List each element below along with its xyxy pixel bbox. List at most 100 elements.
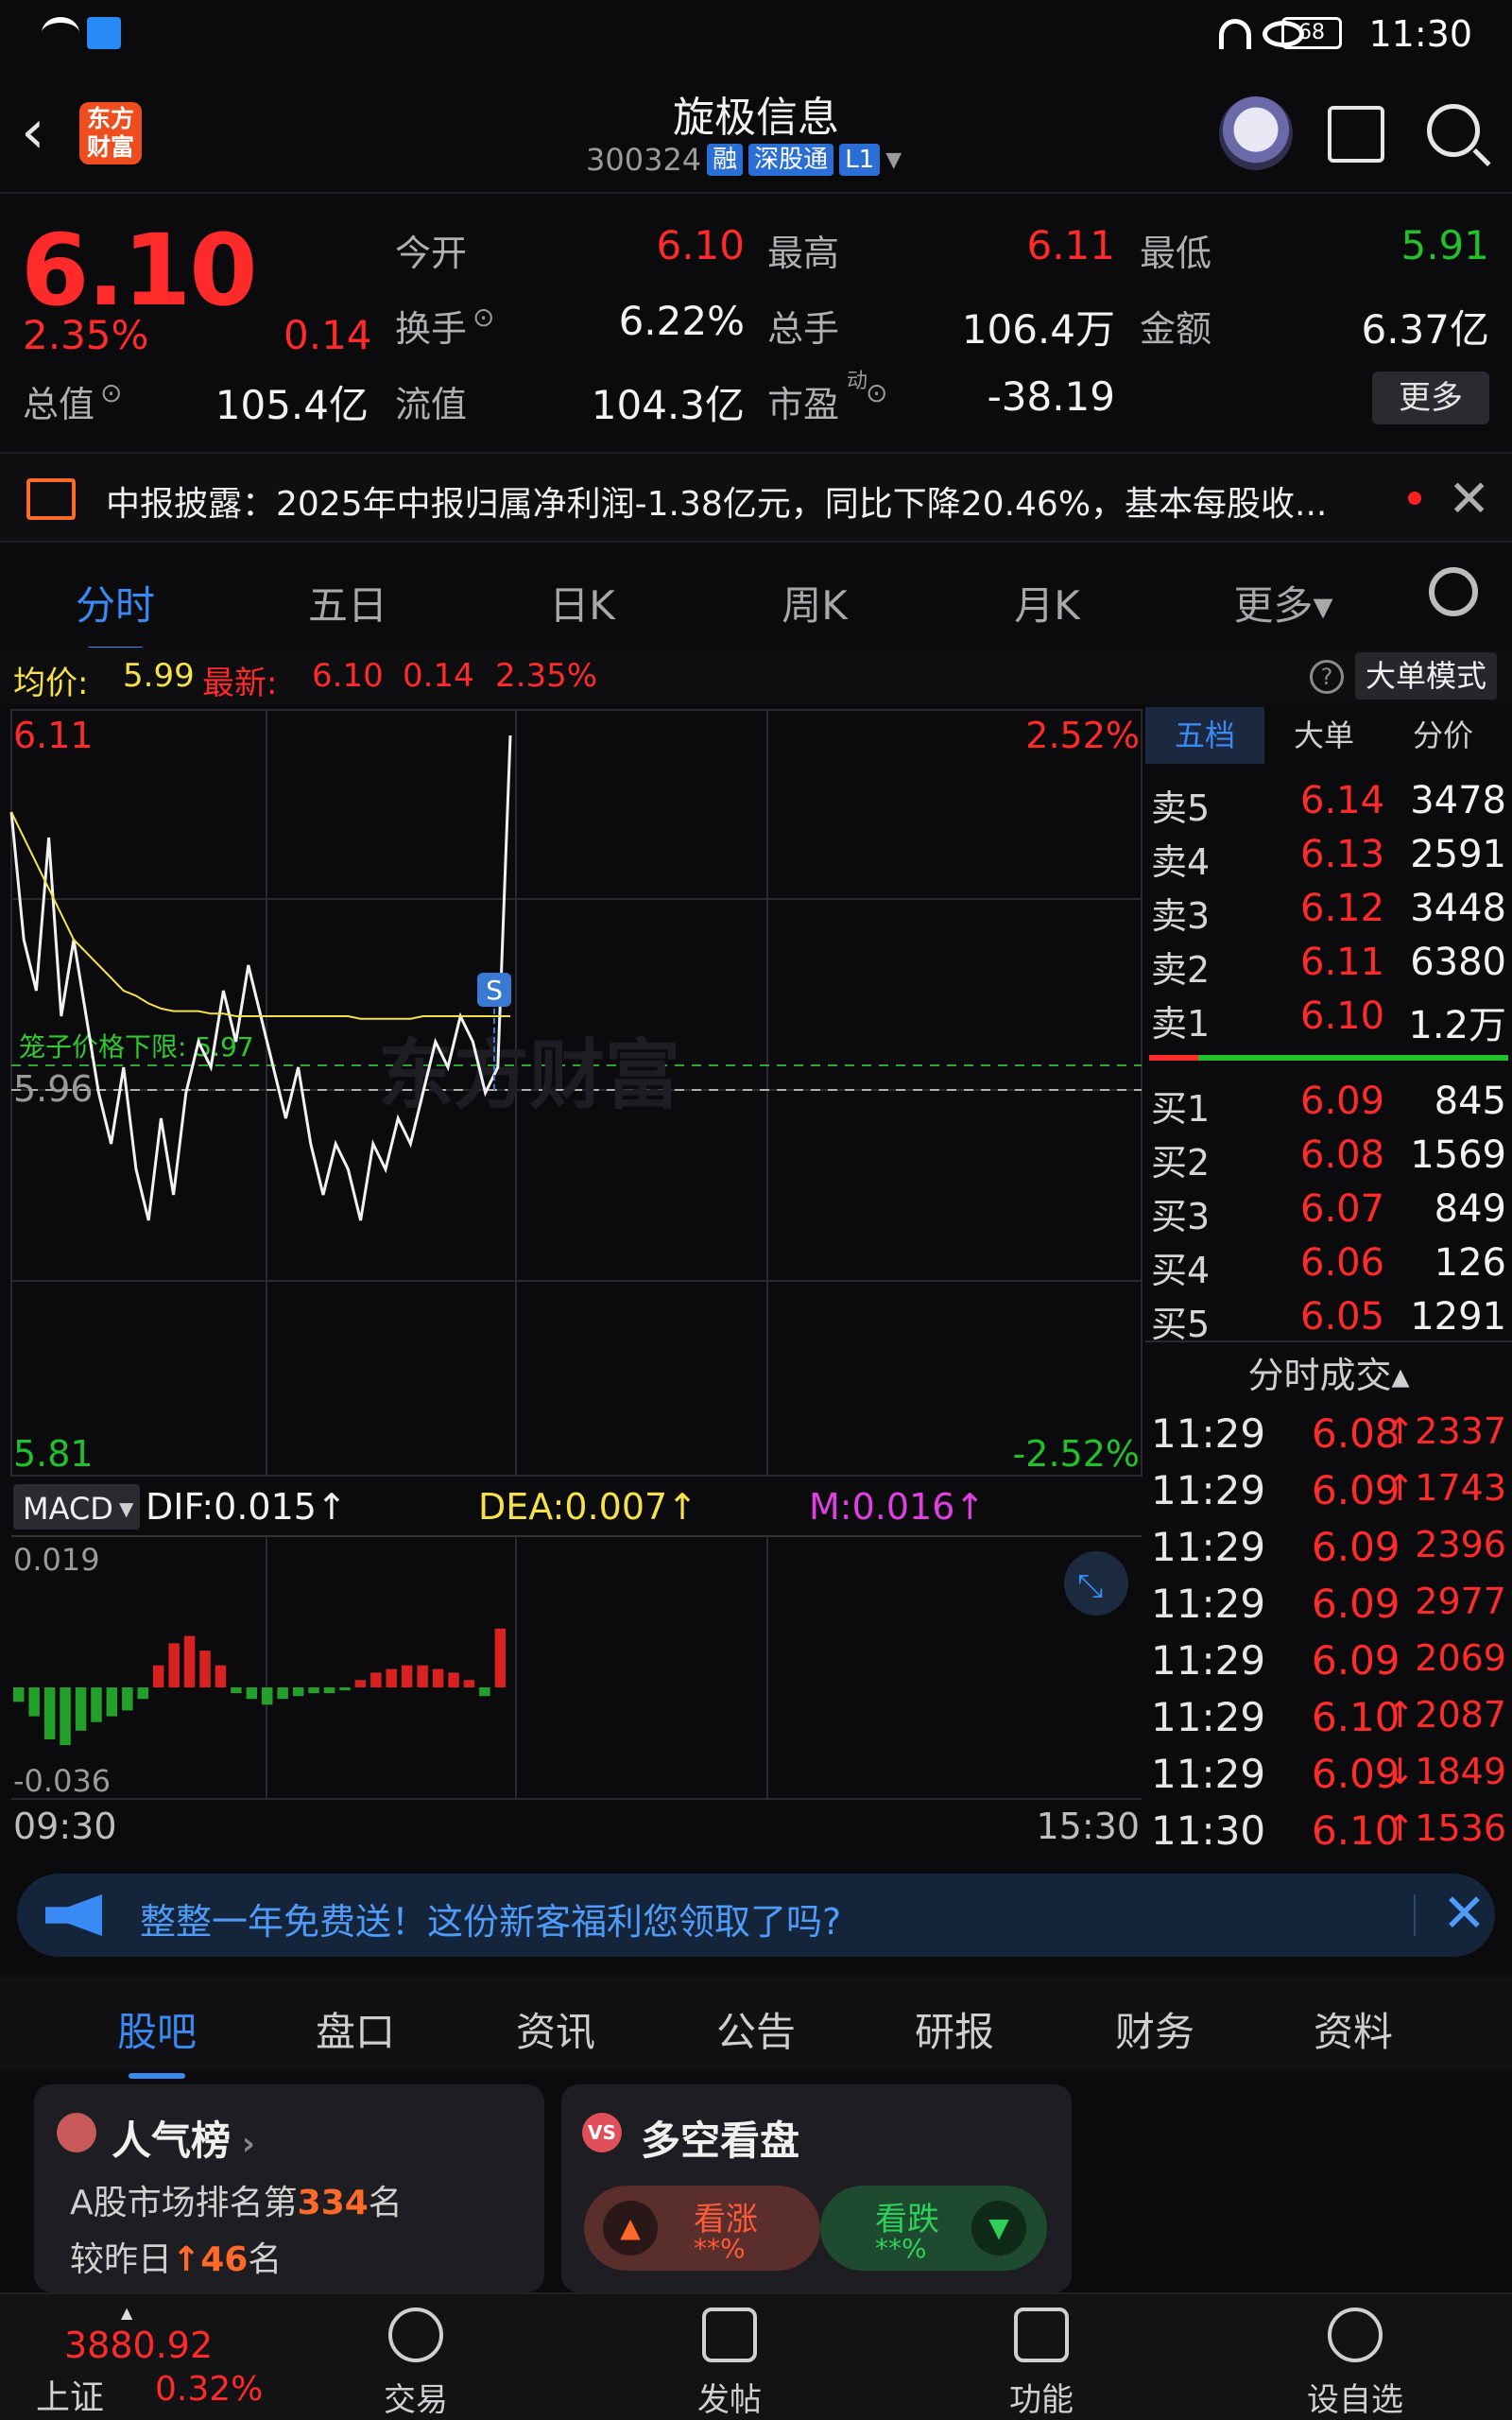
macd-bar [215,1665,227,1687]
macd-bar [168,1643,180,1687]
macd-bar [13,1687,25,1703]
yen-icon [388,2308,443,2362]
bearish-button[interactable]: 看跌 **% ▼ [820,2186,1047,2271]
chevron-down-icon: ▼ [119,1497,134,1520]
tab-monthly-k[interactable]: 月K [953,574,1142,631]
tab-five-level[interactable]: 五档 [1145,707,1264,764]
tab-daily-k[interactable]: 日K [488,574,677,631]
high-value: 6.11 [1026,222,1115,268]
tab-guba[interactable]: 股吧 [81,2000,232,2079]
macd-bar [106,1687,118,1717]
tab-finance[interactable]: 财务 [1079,2000,1230,2058]
ask-row[interactable]: 卖1 6.10 1.2万 [1145,994,1512,1047]
macd-bar [339,1687,351,1691]
help-icon[interactable]: ? [1310,660,1344,694]
macd-bar [479,1687,490,1697]
macd-bar [183,1635,196,1687]
change-pct: 2.35% [23,312,149,358]
gear-icon[interactable] [1429,567,1478,616]
tab-price-split[interactable]: 分价 [1383,707,1503,764]
intraday-chart[interactable]: 东方财富 6.11 5.96 5.81 2.52% -2.52% 笼子价格下限:… [0,704,1145,1858]
tab-more[interactable]: 更多▾ [1189,574,1378,631]
headphone-icon [1219,19,1251,49]
robot-assistant-icon[interactable] [1219,96,1293,170]
bid-row[interactable]: 买2 6.08 1569 [1145,1133,1512,1186]
tab-pankou[interactable]: 盘口 [280,2000,431,2058]
tab-research[interactable]: 研报 [879,2000,1030,2058]
ask-row[interactable]: 卖2 6.11 6380 [1145,941,1512,994]
announcement-text[interactable]: 中报披露：2025年中报归属净利润-1.38亿元，同比下降20.46%，基本每股… [106,476,1391,526]
search-icon[interactable] [1427,104,1480,157]
status-bar: 68 11:30 [0,0,1512,76]
order-book-tabs: 五档 大单 分价 [1145,707,1512,764]
chart-info-line: 均价: 5.99 最新: 6.10 0.14 2.35% [0,648,1512,704]
order-book: 五档 大单 分价 卖5 6.14 3478 卖4 6.13 2591 卖3 6.12 344… [1145,707,1512,1345]
edit-icon [702,2308,757,2362]
y-bottom-label: 5.81 [13,1433,94,1475]
macd-bar [231,1687,242,1694]
low-value: 5.91 [1400,222,1489,268]
big-order-mode-button[interactable]: 大单模式 [1355,652,1497,700]
promo-text[interactable]: 整整一年免费送！这份新客福利您领取了吗? [140,1893,841,1945]
popularity-card[interactable]: 人气榜 › A股市场排名第334名 较昨日↑46名 [34,2084,544,2292]
tab-five-day[interactable]: 五日 [253,574,442,631]
stock-code-row[interactable]: 300324 融 深股通 L1 ▼ [586,142,902,178]
bearish-pct: **% [875,2233,927,2264]
open-label: 今开 [395,233,468,274]
macd-bar [277,1687,288,1700]
more-button[interactable]: 更多 [1372,372,1489,424]
ranking-icon [57,2113,96,2152]
bid-row[interactable]: 买3 6.07 849 [1145,1187,1512,1240]
bullish-button[interactable]: ▲ 看涨 **% [584,2186,820,2271]
announcement-bar[interactable]: 中报披露：2025年中报归属净利润-1.38亿元，同比下降20.46%，基本每股… [0,452,1512,543]
ticks-title[interactable]: 分时成交▴ [1145,1346,1512,1398]
nav-functions[interactable]: 功能 [947,2308,1136,2420]
tick-row: 11:29 6.09 2069 [1151,1637,1506,1684]
tick-row: 11:30 6.10 ↑1536 [1151,1807,1506,1854]
avg-label: 均价: [13,665,89,702]
close-icon[interactable]: ✕ [1442,1883,1486,1945]
expand-arrows[interactable]: ⤡ [1077,1567,1103,1605]
bull-bear-title: 多空看盘 [641,2118,800,2164]
change-amount: 0.14 [284,312,372,358]
macd-top-label: 0.019 [13,1542,100,1578]
nav-trade[interactable]: 交易 [321,2308,510,2420]
tab-profile[interactable]: 资料 [1278,2000,1429,2058]
ask-row[interactable]: 卖4 6.13 2591 [1145,833,1512,886]
battery-icon: 68 [1281,17,1342,49]
info-icon[interactable]: ⊙ [866,377,887,408]
macd-dif: DIF:0.015↑ [146,1486,347,1528]
nav-post[interactable]: 发帖 [635,2308,824,2420]
info-icon[interactable]: ⊙ [472,302,494,333]
speaker-icon [26,478,76,520]
index-value: 3880.92 [64,2325,214,2366]
tab-weekly-k[interactable]: 周K [720,574,909,631]
level-tag: L1 [839,144,881,176]
nav-add-watchlist[interactable]: 设自选 [1261,2308,1450,2420]
macd-m: M:0.016↑ [809,1486,985,1528]
close-icon[interactable]: ✕ [1448,469,1490,528]
vs-icon: VS [582,2113,622,2152]
bottom-nav: ▲ 3880.92 上证 0.32% 交易 发帖 功能 设自选 [0,2292,1512,2420]
macd-bar [246,1687,258,1700]
index-pct: 0.32% [155,2370,264,2409]
macd-bar [91,1687,102,1722]
promo-banner[interactable]: 整整一年免费送！这份新客福利您领取了吗? ✕ [17,1874,1495,1957]
bid-row[interactable]: 买1 6.09 845 [1145,1080,1512,1132]
x-start-label: 09:30 [13,1806,117,1847]
ask-row[interactable]: 卖5 6.14 3478 [1145,779,1512,832]
tick-row: 11:29 6.09 2977 [1151,1581,1506,1627]
tick-row: 11:29 6.10 ↑2087 [1151,1694,1506,1740]
bid-row[interactable]: 买4 6.06 126 [1145,1241,1512,1294]
tab-announcements[interactable]: 公告 [680,2000,832,2058]
tab-big-order[interactable]: 大单 [1264,707,1383,764]
ask-row[interactable]: 卖3 6.12 3448 [1145,887,1512,940]
share-icon[interactable] [1328,106,1384,163]
open-value: 6.10 [656,222,745,268]
tab-news[interactable]: 资讯 [480,2000,631,2058]
low-label: 最低 [1140,233,1212,274]
info-icon[interactable]: ⊙ [100,377,122,408]
tick-row: 11:29 6.09 2396 [1151,1524,1506,1570]
index-widget[interactable]: ▲ 3880.92 上证 0.32% [19,2304,265,2417]
tab-intraday[interactable]: 分时 [21,574,210,652]
